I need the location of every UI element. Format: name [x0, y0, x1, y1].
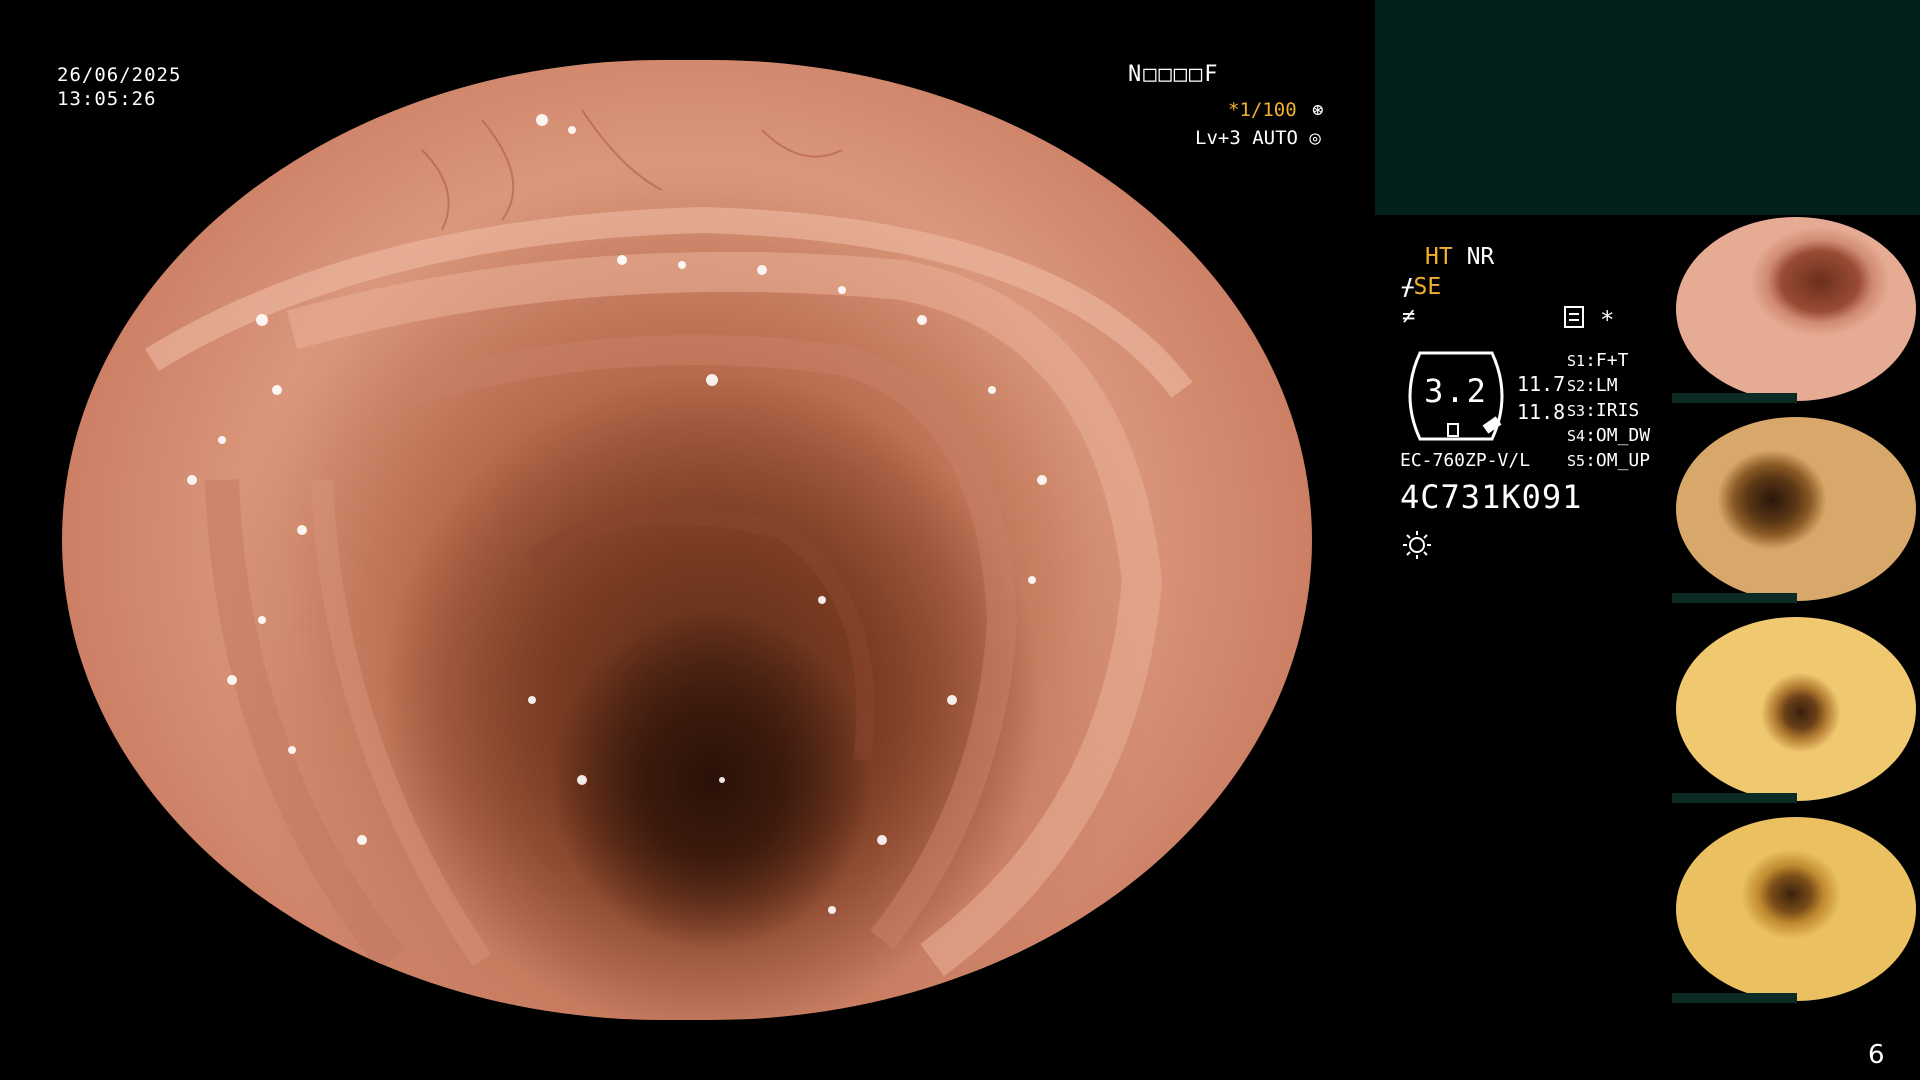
- processing-modes: HT NR: [1425, 244, 1494, 270]
- switch-setting-s5: S5:OM_UP: [1567, 450, 1651, 471]
- page-number: 6: [1868, 1040, 1885, 1070]
- light-source-icon: [1403, 531, 1431, 559]
- structure-enhancement: ᚋSE: [1402, 274, 1441, 300]
- switch-key: S4: [1567, 427, 1586, 445]
- thumbnail-bar: [1672, 593, 1797, 603]
- color-mode-icon: ≠: [1402, 304, 1416, 329]
- switch-setting-s1: S1:F+T: [1567, 350, 1629, 371]
- switch-value: IRIS: [1595, 400, 1640, 421]
- switch-setting-s2: S2:LM: [1567, 375, 1618, 396]
- info-panel-header: [1375, 0, 1920, 215]
- thumbnail-capture-4[interactable]: [1672, 815, 1920, 1003]
- switch-value: OM_DW: [1595, 425, 1651, 446]
- iris-setting: Lv+3 AUTO ◎: [1195, 127, 1321, 149]
- switch-key: S5: [1567, 452, 1586, 470]
- date-label: 26/06/2025: [57, 64, 182, 86]
- enhancement-icon: ᚋ: [1402, 274, 1414, 300]
- switch-setting-s4: S4:OM_DW: [1567, 425, 1651, 446]
- switch-value: OM_UP: [1595, 450, 1651, 471]
- thumbnail-image: [1676, 617, 1916, 801]
- se-mode-label: SE: [1413, 274, 1442, 300]
- thumbnail-capture-2[interactable]: [1672, 415, 1920, 603]
- thumbnail-image: [1676, 417, 1916, 601]
- nr-mode-label: NR: [1466, 244, 1495, 270]
- scope-model-label: EC-760ZP-V/L: [1400, 450, 1531, 471]
- reading-value-b: 11.8: [1517, 400, 1566, 424]
- endoscopy-main-view: [62, 60, 1312, 1020]
- thumbnail-bar: [1672, 793, 1797, 803]
- scope-serial-number: 4C731K091: [1400, 478, 1583, 516]
- time-label: 13:05:26: [57, 88, 157, 110]
- thumbnail-image: [1676, 817, 1916, 1001]
- ht-mode-label: HT: [1425, 244, 1453, 270]
- thumbnail-bar: [1672, 993, 1797, 1003]
- asterisk-indicator: *: [1600, 306, 1615, 334]
- shutter-icon: ⊛: [1312, 99, 1324, 121]
- thumbnail-bar: [1672, 393, 1797, 403]
- switch-key: S1: [1567, 352, 1586, 370]
- iris-label: Lv+3 AUTO: [1195, 127, 1298, 149]
- switch-key: S3: [1567, 402, 1586, 420]
- document-icon: [1564, 306, 1584, 328]
- switch-value: F+T: [1595, 350, 1629, 371]
- thumbnail-image: [1676, 217, 1916, 401]
- zoom-value: 3.2: [1424, 372, 1488, 410]
- thumbnail-capture-3[interactable]: [1672, 615, 1920, 803]
- iris-icon: ◎: [1309, 127, 1321, 149]
- switch-value: LM: [1595, 375, 1618, 396]
- thumbnail-capture-1[interactable]: [1672, 215, 1920, 403]
- reading-value-a: 11.7: [1517, 372, 1566, 396]
- status-indicator: N□□□□F: [1128, 62, 1220, 87]
- mucosa-folds: [145, 109, 1193, 977]
- shutter-speed-label: *1/100: [1228, 99, 1297, 121]
- shutter-speed: *1/100 ⊛: [1228, 99, 1324, 121]
- switch-key: S2: [1567, 377, 1586, 395]
- switch-setting-s3: S3:IRIS: [1567, 400, 1640, 421]
